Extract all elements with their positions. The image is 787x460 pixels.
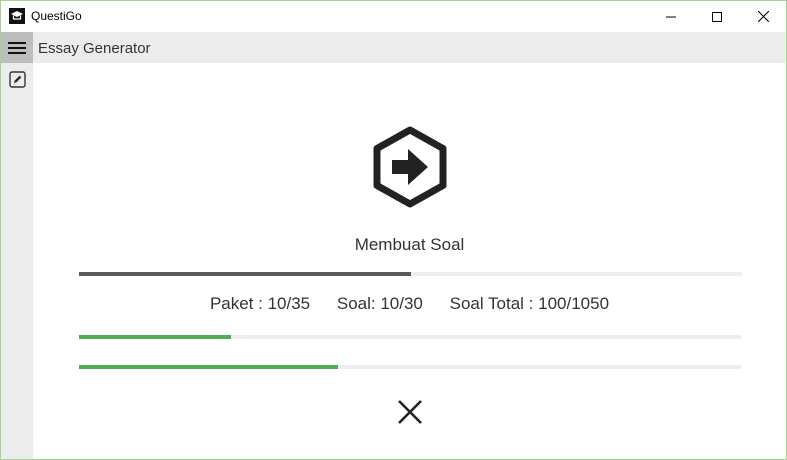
sidebar: [1, 63, 33, 459]
app-window: QuestiGo Essay Generator Membuat Soal Pa…: [0, 0, 787, 460]
page-title: Essay Generator: [38, 40, 151, 57]
cancel-button[interactable]: [395, 397, 425, 427]
title-bar[interactable]: QuestiGo: [1, 1, 786, 32]
cancel-x-icon: [398, 400, 422, 424]
hexagon-arrow-right-icon: [373, 126, 447, 208]
minimize-button[interactable]: [648, 1, 694, 32]
soal-total-count: Soal Total : 100/1050: [449, 294, 610, 313]
total-progress-bar: [79, 365, 742, 369]
main-progress-fill: [79, 272, 411, 276]
menu-button[interactable]: [1, 32, 33, 63]
main-progress-bar: [79, 272, 742, 276]
hamburger-menu-icon: [8, 41, 26, 54]
status-label: Membuat Soal: [354, 235, 465, 254]
close-icon: [757, 11, 769, 22]
close-button[interactable]: [740, 1, 786, 32]
app-logo-icon: [9, 8, 25, 24]
paket-progress-bar: [79, 335, 742, 339]
maximize-icon: [712, 11, 722, 22]
paket-progress-fill: [79, 335, 232, 339]
maximize-button[interactable]: [694, 1, 740, 32]
progress-stats: Paket : 10/35 Soal: 10/30 Soal Total : 1…: [33, 294, 786, 314]
main-content: Membuat Soal Paket : 10/35 Soal: 10/30 S…: [33, 63, 786, 459]
minimize-icon: [666, 16, 676, 17]
paket-count: Paket : 10/35: [209, 294, 311, 313]
window-title: QuestiGo: [31, 9, 82, 23]
total-progress-fill: [79, 365, 338, 369]
sidebar-item-essay-generator[interactable]: [1, 63, 33, 95]
soal-count: Soal: 10/30: [336, 294, 423, 313]
app-header: Essay Generator: [1, 32, 786, 63]
edit-icon: [8, 70, 26, 88]
